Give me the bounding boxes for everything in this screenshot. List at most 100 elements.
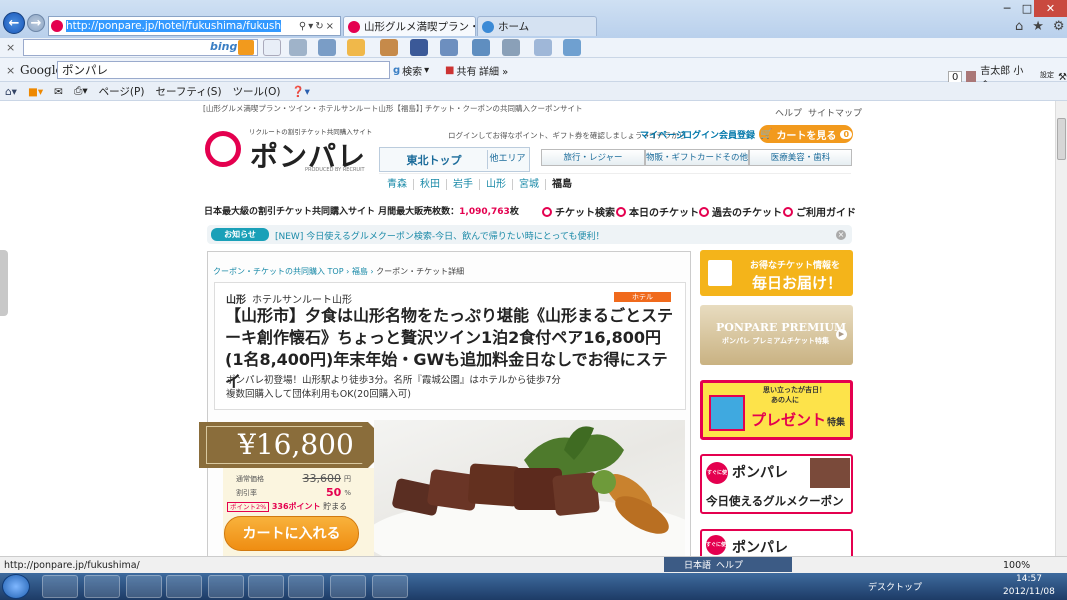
page-menu[interactable]: ページ(P) <box>99 84 145 99</box>
region-tohoku-top[interactable]: 東北トップ <box>383 152 485 168</box>
breadcrumb-fukushima[interactable]: 福島 <box>352 267 368 276</box>
category-goods[interactable]: 物販・ギフトカードその他 <box>645 149 749 166</box>
home-icon[interactable]: ⌂ <box>1015 19 1023 34</box>
register-link[interactable]: 会員登録 <box>719 128 755 141</box>
browser-taskbar-icon[interactable] <box>208 575 244 598</box>
forward-button[interactable]: → <box>27 14 45 32</box>
chat-icon[interactable] <box>472 39 490 56</box>
security-taskbar-icon[interactable] <box>248 575 284 598</box>
login-link[interactable]: ログイン <box>683 128 719 141</box>
translate-icon[interactable] <box>534 39 552 56</box>
map-icon[interactable] <box>380 39 398 56</box>
rss-icon[interactable]: ■▾ <box>28 86 43 98</box>
close-window-button[interactable]: ✕ <box>1034 0 1067 17</box>
command-bar: ⌂▾ ■▾ ✉ ⎙▾ ページ(P) セーフティ(S) ツール(O) ❓▾ <box>0 82 1067 101</box>
like-icon[interactable] <box>440 39 458 56</box>
clock-time[interactable]: 14:57 <box>1016 574 1042 584</box>
language-help[interactable]: ヘルプ <box>716 558 743 571</box>
share-button[interactable]: ■ 共有 <box>445 63 476 78</box>
people-icon[interactable] <box>318 39 336 56</box>
discount-row: 割引率 50 % <box>236 486 351 499</box>
other-area-button[interactable]: 他エリア <box>487 150 527 169</box>
address-bar[interactable]: http://ponpare.jp/hotel/fukushima/fukush… <box>48 16 341 36</box>
pref-fukushima[interactable]: 福島 <box>546 179 578 190</box>
pref-iwate[interactable]: 岩手 <box>447 178 480 190</box>
globe-icon[interactable] <box>563 39 581 56</box>
start-button-icon[interactable] <box>2 574 30 599</box>
desktop-toolbar[interactable]: デスクトップ <box>868 580 922 593</box>
settings-label[interactable]: 設定 <box>1040 70 1054 80</box>
ponpare-banner-2[interactable]: すぐに使える ポンパレ <box>700 529 853 568</box>
favorites-star-icon[interactable]: ★ <box>1032 19 1044 34</box>
ponpare-logo-icon[interactable] <box>205 131 241 167</box>
gourmet-coupon-banner[interactable]: すぐに使える ポンパレ 今日使えるグルメクーポン <box>700 454 853 514</box>
pref-yamagata[interactable]: 山形 <box>480 178 513 190</box>
category-travel[interactable]: 旅行・レジャー <box>541 149 645 166</box>
guide-link[interactable]: ご利用ガイド <box>783 204 856 219</box>
link-label: 本日のチケット <box>629 208 699 219</box>
yen-unit: 円 <box>344 474 351 483</box>
ticket-search-link[interactable]: チケット検索 <box>542 204 615 219</box>
more-button[interactable]: 詳細 » <box>479 63 508 78</box>
close-toolbar-icon[interactable]: × <box>6 64 15 77</box>
present-banner[interactable]: 思い立ったが吉日！ あの人に プレゼント 特集 <box>700 380 853 440</box>
tools-menu[interactable]: ツール(O) <box>233 84 281 99</box>
sidebar-handle[interactable] <box>0 250 8 316</box>
pref-miyagi[interactable]: 宮城 <box>513 178 546 190</box>
breadcrumb-top[interactable]: クーポン・チケットの共同購入 TOP <box>213 267 344 276</box>
app-taskbar-icon[interactable] <box>330 575 366 598</box>
view-cart-button[interactable]: 🛒 カートを見る 0 <box>759 125 853 143</box>
todays-ticket-link[interactable]: 本日のチケット <box>616 204 699 219</box>
tab-ponpare[interactable]: 山形グルメ満喫プラン・ツ... × <box>343 16 476 36</box>
google-search-input[interactable]: ポンパレ <box>57 61 390 79</box>
print-icon[interactable]: ⎙▾ <box>74 85 88 98</box>
zoom-level[interactable]: 100% <box>1003 560 1030 571</box>
banner-subtitle: ポンパレ プレミアムチケット特集 <box>722 337 829 345</box>
scrollbar-thumb[interactable] <box>1057 118 1066 160</box>
clock-date[interactable]: 2012/11/08 <box>1003 587 1055 597</box>
daily-mail-banner[interactable]: お得なチケット情報を 毎日お届け！ <box>700 250 853 296</box>
circle-icon <box>699 206 709 217</box>
safety-menu[interactable]: セーフティ(S) <box>155 84 221 99</box>
notice-link[interactable]: [NEW] 今日使えるグルメクーポン検索-今日、飲んで帰りたい時にとっても便利！ <box>275 229 605 242</box>
google-search-button[interactable]: g 検索 ▾ <box>393 63 429 78</box>
past-ticket-link[interactable]: 過去のチケット <box>699 204 782 219</box>
close-notice-icon[interactable]: × <box>836 230 846 240</box>
media-player-taskbar-icon[interactable] <box>166 575 202 598</box>
pref-akita[interactable]: 秋田 <box>414 178 447 190</box>
deal-photo[interactable] <box>374 420 685 558</box>
sitemap-link[interactable]: サイトマップ <box>808 106 862 119</box>
deal-description: ポンパレ初登場！山形駅より徒歩3分。名所『霞城公園』はホテルから徒歩7分 <box>226 375 561 386</box>
help-icon[interactable]: ❓▾ <box>292 85 310 98</box>
add-to-cart-button[interactable]: カートに入れる <box>224 516 359 551</box>
home-icon[interactable]: ⌂▾ <box>5 86 17 98</box>
address-url: http://ponpare.jp/hotel/fukushima/fukush… <box>66 20 281 32</box>
language-label[interactable]: 日本語 <box>684 558 711 571</box>
language-bar[interactable]: 日本語 ヘルプ <box>664 557 792 572</box>
news-icon[interactable] <box>289 39 307 56</box>
tab-home[interactable]: ホーム <box>477 16 597 36</box>
back-button[interactable]: ← <box>3 12 25 34</box>
pref-aomori[interactable]: 青森 <box>381 178 414 190</box>
folder-taskbar-icon[interactable] <box>372 575 408 598</box>
games-icon[interactable] <box>502 39 520 56</box>
explorer-taskbar-icon[interactable] <box>84 575 120 598</box>
mypage-link[interactable]: マイページ <box>640 128 685 141</box>
paint-taskbar-icon[interactable] <box>126 575 162 598</box>
facebook-icon[interactable] <box>410 39 428 56</box>
help-link[interactable]: ヘルプ <box>775 106 802 119</box>
vertical-scrollbar[interactable] <box>1055 101 1067 556</box>
wrench-icon[interactable]: ⚒ <box>1058 72 1067 83</box>
address-controls[interactable]: ⚲▾↻× <box>299 21 340 32</box>
dell-icon[interactable] <box>263 39 281 56</box>
mail-icon[interactable]: ✉ <box>54 86 63 98</box>
regular-price: 33,600 <box>302 472 342 485</box>
premium-banner[interactable]: PONPARE PREMIUM ポンパレ プレミアムチケット特集 ▶ <box>700 305 853 365</box>
close-toolbar-icon[interactable]: × <box>6 41 15 54</box>
ie-taskbar-icon[interactable] <box>42 575 78 598</box>
category-medical-beauty[interactable]: 医療美容・歯科 <box>749 149 852 166</box>
excel-taskbar-icon[interactable] <box>288 575 324 598</box>
gear-icon[interactable]: ⚙ <box>1053 19 1065 34</box>
bing-search-button[interactable] <box>238 40 254 55</box>
weather-icon[interactable] <box>347 39 365 56</box>
